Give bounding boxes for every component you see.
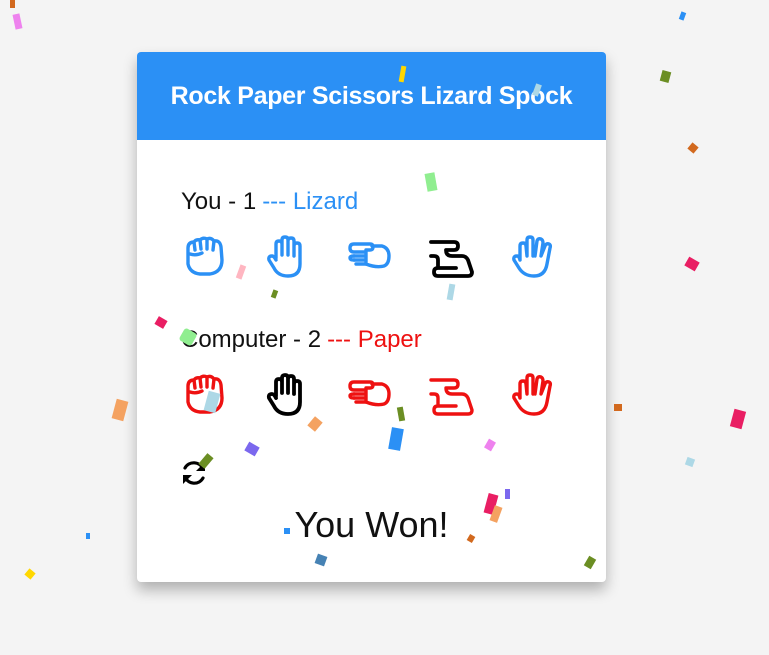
confetti-piece [86, 533, 90, 539]
computer-hand-row [179, 372, 559, 418]
paper-icon [267, 235, 302, 278]
lizard-icon [429, 378, 474, 416]
confetti-piece [111, 398, 129, 422]
player-scissors-button[interactable] [343, 234, 395, 280]
confetti-piece [659, 70, 672, 83]
scissors-icon [348, 242, 391, 269]
confetti-piece [729, 408, 747, 430]
player-paper-button[interactable] [261, 234, 313, 280]
game-header: Rock Paper Scissors Lizard Spock [137, 52, 606, 140]
player-hand-row [179, 234, 559, 280]
player-lizard-button[interactable] [425, 234, 477, 280]
player-score: You - 1 [181, 188, 257, 215]
confetti-piece [24, 568, 36, 580]
scissors-icon [348, 380, 391, 407]
confetti-piece [12, 13, 23, 30]
confetti-piece [687, 142, 699, 154]
confetti-piece [614, 404, 622, 411]
computer-score-line: Computer - 2 --- Paper [181, 326, 422, 354]
player-score-line: You - 1 --- Lizard [181, 188, 358, 216]
spock-icon [512, 235, 553, 278]
restart-button[interactable] [179, 458, 209, 488]
lizard-icon [429, 240, 474, 278]
confetti-piece [10, 0, 15, 8]
player-spock-button[interactable] [507, 234, 559, 280]
game-stage: Rock Paper Scissors Lizard Spock You - 1… [0, 0, 769, 655]
player-choice: --- Lizard [262, 188, 359, 215]
rock-icon [186, 236, 224, 276]
confetti-piece [678, 11, 687, 21]
confetti-piece [684, 256, 700, 272]
computer-paper-icon-slot [261, 372, 313, 418]
computer-score: Computer - 2 [181, 326, 322, 353]
refresh-icon [183, 461, 205, 485]
player-rock-button[interactable] [179, 234, 231, 280]
computer-lizard-icon-slot [425, 372, 477, 418]
computer-scissors-icon-slot [343, 372, 395, 418]
computer-rock-icon-slot [179, 372, 231, 418]
result-message: You Won! [294, 504, 449, 545]
spock-icon [512, 373, 553, 416]
paper-icon [266, 373, 302, 416]
rock-icon [186, 374, 224, 414]
game-card: Rock Paper Scissors Lizard Spock You - 1… [137, 52, 606, 582]
computer-spock-icon-slot [507, 372, 559, 418]
game-title: Rock Paper Scissors Lizard Spock [170, 81, 573, 110]
confetti-piece [684, 456, 696, 468]
computer-choice: --- Paper [327, 326, 422, 353]
